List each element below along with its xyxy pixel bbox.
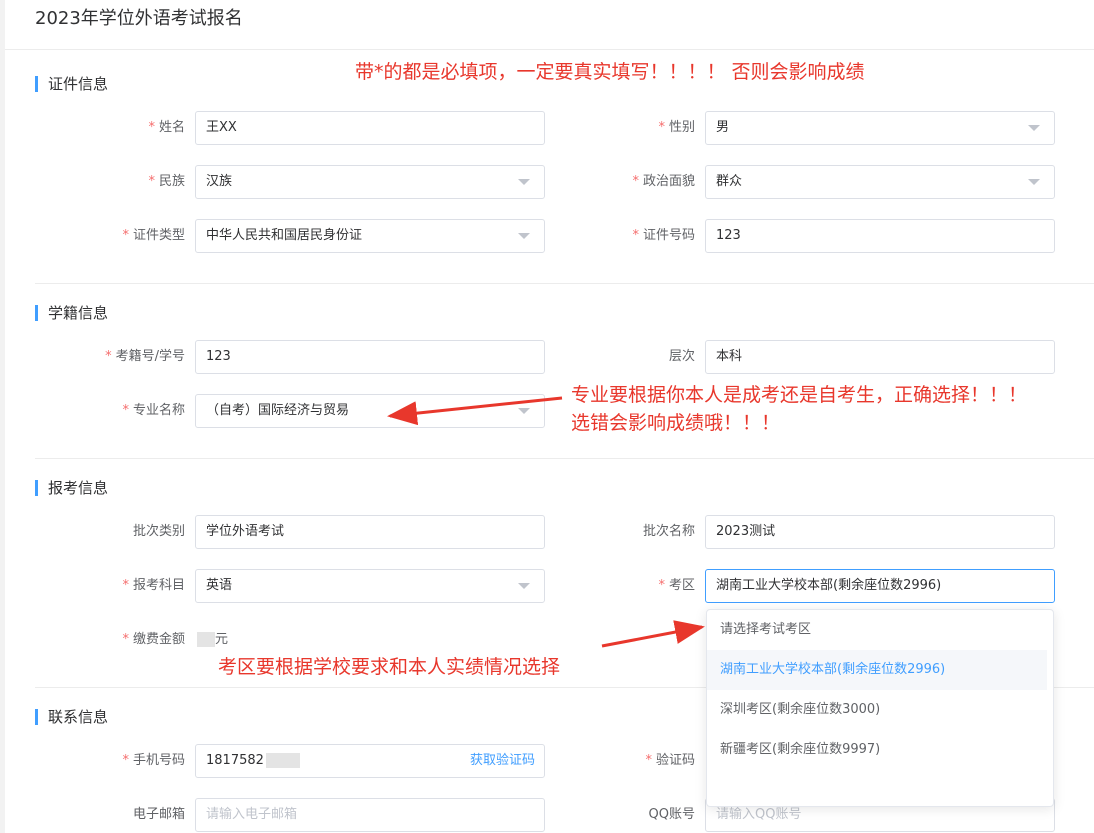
- arrow-to-major: [387, 396, 563, 426]
- annotation-arrows: [387, 396, 705, 648]
- arrow-to-exam-area: [601, 620, 705, 648]
